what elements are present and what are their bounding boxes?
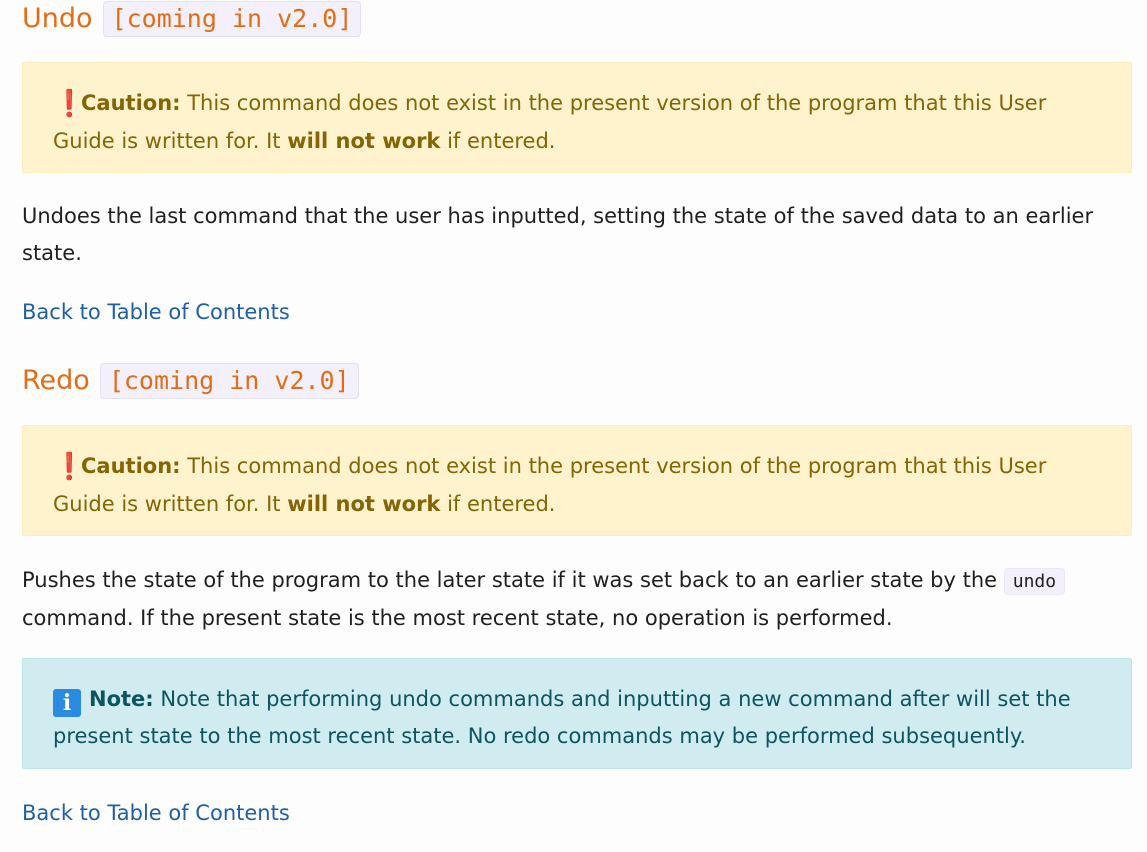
- undo-version-badge: [coming in v2.0]: [102, 1, 362, 37]
- undo-description: Undoes the last command that the user ha…: [22, 204, 1094, 265]
- caution-bold-text: will not work: [287, 129, 441, 153]
- redo-version-badge: [coming in v2.0]: [99, 363, 359, 399]
- undo-title: Undo: [22, 3, 93, 34]
- caution-text-end: if entered.: [440, 492, 556, 516]
- redo-note-box: i Note: Note that performing undo command…: [22, 658, 1132, 769]
- undo-caution-box: ❗Caution: This command does not exist in…: [22, 62, 1132, 173]
- redo-back-link-row: Back to Table of Contents: [22, 795, 1132, 832]
- redo-caution-box: ❗Caution: This command does not exist in…: [22, 425, 1132, 536]
- user-guide-content: Undo [coming in v2.0] ❗Caution: This com…: [22, 0, 1132, 832]
- caution-text-end: if entered.: [440, 129, 556, 153]
- redo-description: Pushes the state of the program to the l…: [22, 562, 1132, 637]
- exclamation-icon: ❗: [53, 89, 86, 119]
- redo-description-text-end: command. If the present state is the mos…: [22, 606, 893, 630]
- note-label: Note:: [89, 687, 154, 711]
- redo-title: Redo: [22, 365, 90, 396]
- caution-bold-text: will not work: [287, 492, 441, 516]
- note-text: Note that performing undo commands and i…: [53, 687, 1071, 748]
- redo-description-text: Pushes the state of the program to the l…: [22, 568, 1004, 592]
- undo-inline-code: undo: [1003, 568, 1066, 595]
- undo-heading: Undo [coming in v2.0]: [22, 0, 1132, 38]
- redo-heading: Redo [coming in v2.0]: [22, 362, 1132, 400]
- back-to-toc-link[interactable]: Back to Table of Contents: [22, 801, 290, 825]
- undo-back-link-row: Back to Table of Contents: [22, 294, 1132, 331]
- info-icon: i: [53, 689, 81, 717]
- caution-label: Caution:: [81, 454, 181, 478]
- caution-label: Caution:: [81, 91, 181, 115]
- back-to-toc-link[interactable]: Back to Table of Contents: [22, 300, 290, 324]
- exclamation-icon: ❗: [53, 452, 86, 482]
